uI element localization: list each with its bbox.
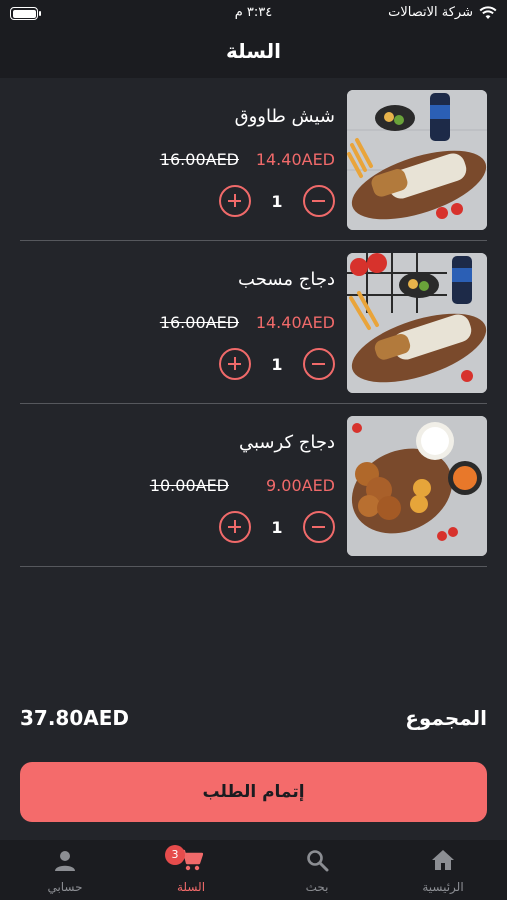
item-name: دجاج كرسبي (239, 432, 335, 453)
cart-item: دجاج مسحب 14.40AED 16.00AED 1 (20, 241, 487, 404)
carrier-name: شركة الاتصالات (388, 5, 473, 20)
product-image[interactable] (347, 416, 487, 556)
total-label: المجموع (405, 706, 487, 730)
decrease-quantity-button[interactable] (303, 185, 335, 217)
home-icon (432, 850, 454, 870)
status-carrier: شركة الاتصالات (388, 5, 497, 20)
item-price: 14.40AED (255, 313, 335, 332)
search-icon (307, 850, 329, 872)
tab-label: حسابي (47, 880, 83, 894)
cart-item: شيش طاووق 14.40AED 16.00AED 1 (20, 78, 487, 241)
status-bar: ٣:٣٤ م شركة الاتصالات (0, 0, 507, 28)
wifi-icon (479, 5, 497, 19)
tab-label: بحث (305, 880, 329, 894)
product-image[interactable] (347, 90, 487, 230)
item-name: شيش طاووق (234, 106, 335, 127)
item-name: دجاج مسحب (238, 269, 335, 290)
cart-count-badge: 3 (165, 845, 185, 865)
item-price: 14.40AED (255, 150, 335, 169)
person-icon (55, 851, 75, 871)
page-title: السلة (225, 39, 281, 63)
item-old-price: 16.00AED (159, 313, 239, 332)
increase-quantity-button[interactable] (219, 511, 251, 543)
tab-account[interactable]: حسابي (2, 840, 128, 900)
product-image[interactable] (347, 253, 487, 393)
item-quantity: 1 (271, 355, 283, 374)
tab-cart[interactable]: 3 السلة (128, 840, 254, 900)
checkout-button[interactable]: إتمام الطلب (20, 762, 487, 822)
tab-bar: حسابي 3 السلة بحث الرئيسية (0, 840, 507, 900)
item-old-price: 16.00AED (159, 150, 239, 169)
increase-quantity-button[interactable] (219, 348, 251, 380)
item-old-price: 10.00AED (149, 476, 229, 495)
tab-label: السلة (176, 880, 206, 894)
decrease-quantity-button[interactable] (303, 348, 335, 380)
tab-search[interactable]: بحث (254, 840, 380, 900)
cart-list: شيش طاووق 14.40AED 16.00AED 1 دجاج مسحب … (0, 78, 507, 567)
tab-label: الرئيسية (422, 880, 464, 894)
decrease-quantity-button[interactable] (303, 511, 335, 543)
cart-item: دجاج كرسبي 9.00AED 10.00AED 1 (20, 404, 487, 567)
checkout-label: إتمام الطلب (202, 782, 305, 802)
item-quantity: 1 (271, 518, 283, 537)
nav-header: السلة (0, 28, 507, 78)
total-row: المجموع 37.80AED (20, 706, 487, 736)
item-quantity: 1 (271, 192, 283, 211)
item-price: 9.00AED (266, 476, 335, 495)
total-value: 37.80AED (20, 706, 130, 730)
tab-home[interactable]: الرئيسية (380, 840, 506, 900)
increase-quantity-button[interactable] (219, 185, 251, 217)
